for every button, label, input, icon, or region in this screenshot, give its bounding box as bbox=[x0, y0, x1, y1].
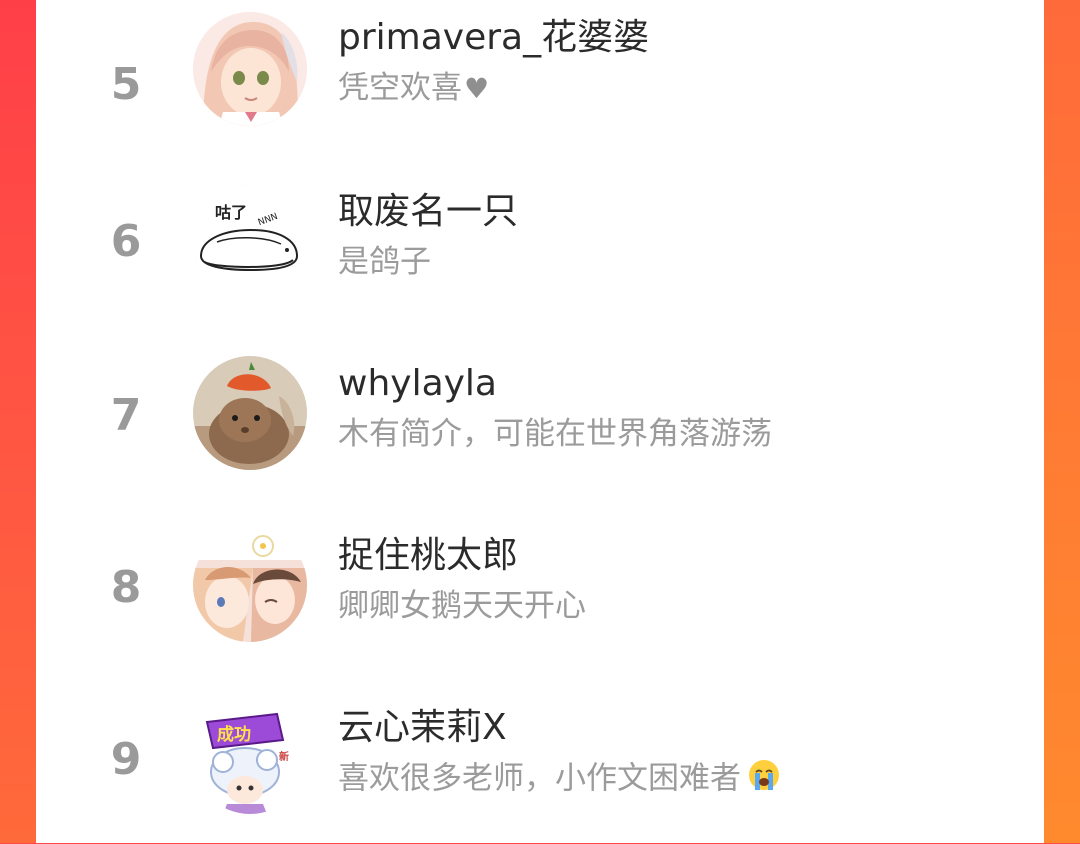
rabbit-photo-avatar bbox=[193, 356, 307, 470]
list-item[interactable]: 6 咕了 NNN 取废名一只 是鸽子 bbox=[36, 156, 1044, 328]
user-bio: 是鸽子 bbox=[338, 244, 431, 280]
left-accent-border bbox=[0, 0, 36, 843]
rank-number: 5 bbox=[110, 59, 142, 110]
rank-number: 8 bbox=[110, 562, 142, 613]
user-bio: 凭空欢喜♥ bbox=[338, 68, 489, 109]
rank-number: 9 bbox=[110, 734, 142, 785]
list-item[interactable]: 7 whylayla 木有简介，可能在世界角落游荡 bbox=[36, 328, 1044, 500]
user-bio: 木有简介，可能在世界角落游荡 bbox=[338, 416, 772, 452]
user-bio-text: 凭空欢喜 bbox=[338, 70, 462, 106]
username[interactable]: 捉住桃太郎 bbox=[338, 534, 518, 578]
user-avatar[interactable] bbox=[193, 356, 307, 470]
svg-text:咕了: 咕了 bbox=[215, 203, 247, 222]
username[interactable]: whylayla bbox=[338, 362, 497, 406]
username[interactable]: 云心茉莉X bbox=[338, 706, 507, 750]
anime-girl-avatar bbox=[193, 12, 307, 126]
user-avatar[interactable] bbox=[193, 12, 307, 126]
list-item[interactable]: 8 捉住桃太郎 卿卿女鹅天天开心 bbox=[36, 500, 1044, 672]
user-bio: 卿卿女鹅天天开心 bbox=[338, 588, 586, 624]
user-bio-text: 喜欢很多老师，小作文困难者 bbox=[338, 760, 741, 797]
user-avatar[interactable]: 成功 新 bbox=[193, 700, 307, 814]
heart-icon: ♥ bbox=[464, 72, 490, 105]
user-bio: 喜欢很多老师，小作文困难者 bbox=[338, 758, 781, 802]
avatar-badge-text: 成功 bbox=[217, 724, 251, 745]
right-accent-border bbox=[1044, 0, 1080, 843]
sleeping-sketch-avatar: 咕了 NNN bbox=[193, 184, 307, 298]
svg-text:新: 新 bbox=[279, 750, 289, 763]
rank-number: 6 bbox=[110, 216, 142, 267]
list-item[interactable]: 5 primavera_花婆婆 凭空欢喜♥ bbox=[36, 0, 1044, 156]
username[interactable]: primavera_花婆婆 bbox=[338, 16, 649, 60]
username[interactable]: 取废名一只 bbox=[338, 190, 518, 234]
cartoon-success-avatar: 成功 新 bbox=[193, 700, 307, 814]
user-avatar[interactable] bbox=[193, 528, 307, 642]
rank-number: 7 bbox=[110, 390, 142, 441]
anime-couple-avatar bbox=[193, 528, 307, 642]
user-avatar[interactable]: 咕了 NNN bbox=[193, 184, 307, 298]
list-item[interactable]: 9 成功 新 云心茉莉X 喜欢很多老师，小作文困难者 bbox=[36, 672, 1044, 844]
ranking-list: 5 primavera_花婆婆 凭空欢喜♥ 6 咕了 NNN 取废名一只 是鸽子… bbox=[36, 0, 1044, 843]
crying-face-icon bbox=[747, 758, 781, 802]
